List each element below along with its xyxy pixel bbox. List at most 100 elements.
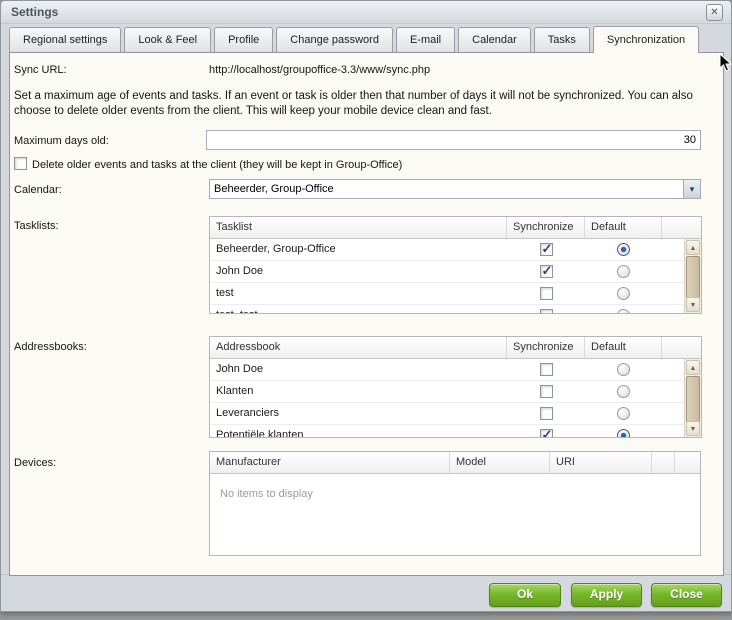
- scrollbar-thumb[interactable]: [686, 376, 700, 422]
- column-header-spacer: [662, 217, 701, 238]
- max-days-input[interactable]: [206, 130, 701, 150]
- default-cell: [585, 381, 662, 402]
- dialog-titlebar[interactable]: Settings ✕: [1, 1, 731, 24]
- column-header-uri[interactable]: URI: [550, 452, 652, 473]
- settings-dialog: Settings ✕ Regional settingsLook & FeelP…: [0, 0, 732, 612]
- addressbooks-label: Addressbooks:: [14, 341, 87, 353]
- synchronize-checkbox[interactable]: [540, 309, 553, 313]
- default-radio[interactable]: [617, 429, 630, 437]
- tasklist-name: test: [210, 283, 507, 304]
- addressbook-name: Klanten: [210, 381, 507, 402]
- addressbooks-grid-header: Addressbook Synchronize Default: [210, 337, 701, 359]
- delete-older-label: Delete older events and tasks at the cli…: [32, 159, 402, 171]
- calendar-label: Calendar:: [14, 184, 62, 196]
- tab-calendar[interactable]: Calendar: [458, 27, 531, 52]
- column-header-synchronize[interactable]: Synchronize: [507, 337, 585, 358]
- tasklist-name: Beheerder, Group-Office: [210, 239, 507, 260]
- default-radio[interactable]: [617, 243, 630, 256]
- table-row[interactable]: Klanten: [210, 381, 684, 403]
- column-header-tasklist[interactable]: Tasklist: [210, 217, 507, 238]
- tab-strip: Regional settingsLook & FeelProfileChang…: [9, 26, 723, 52]
- scroll-down-icon[interactable]: ▼: [686, 421, 700, 436]
- addressbooks-grid: Addressbook Synchronize Default John Doe…: [209, 336, 702, 438]
- apply-button[interactable]: Apply: [571, 583, 642, 607]
- synchronize-checkbox[interactable]: [540, 265, 553, 278]
- scroll-up-icon[interactable]: ▲: [686, 360, 700, 375]
- tab-profile[interactable]: Profile: [214, 27, 273, 52]
- default-cell: [585, 359, 662, 380]
- table-row[interactable]: John Doe: [210, 261, 684, 283]
- intro-text: Set a maximum age of events and tasks. I…: [14, 89, 717, 119]
- synchronize-cell: [507, 283, 585, 304]
- column-header-manufacturer[interactable]: Manufacturer: [210, 452, 450, 473]
- scrollbar-thumb[interactable]: [686, 256, 700, 298]
- tab-look-and-feel[interactable]: Look & Feel: [124, 27, 211, 52]
- synchronization-panel: Sync URL: http://localhost/groupoffice-3…: [9, 52, 724, 576]
- synchronize-checkbox[interactable]: [540, 385, 553, 398]
- delete-older-checkbox[interactable]: [14, 157, 27, 170]
- column-header-model[interactable]: Model: [450, 452, 550, 473]
- column-header-default[interactable]: Default: [585, 337, 662, 358]
- calendar-combobox-value: Beheerder, Group-Office: [214, 183, 334, 195]
- synchronize-checkbox[interactable]: [540, 407, 553, 420]
- default-radio[interactable]: [617, 287, 630, 300]
- devices-grid: Manufacturer Model URI No items to displ…: [209, 451, 701, 556]
- dialog-title: Settings: [11, 5, 58, 19]
- scroll-up-icon[interactable]: ▲: [686, 240, 700, 255]
- column-header-synchronize[interactable]: Synchronize: [507, 217, 585, 238]
- mouse-cursor-icon: [719, 53, 732, 73]
- table-row[interactable]: John Doe: [210, 359, 684, 381]
- synchronize-cell: [507, 261, 585, 282]
- default-radio[interactable]: [617, 265, 630, 278]
- default-radio[interactable]: [617, 309, 630, 313]
- synchronize-checkbox[interactable]: [540, 243, 553, 256]
- close-button[interactable]: Close: [651, 583, 722, 607]
- synchronize-cell: [507, 305, 585, 313]
- table-row[interactable]: test: [210, 283, 684, 305]
- table-row[interactable]: Potentiële klanten: [210, 425, 684, 437]
- tab-tasks[interactable]: Tasks: [534, 27, 590, 52]
- column-header-addressbook[interactable]: Addressbook: [210, 337, 507, 358]
- tasklists-grid: Tasklist Synchronize Default Beheerder, …: [209, 216, 702, 314]
- table-row[interactable]: test, test: [210, 305, 684, 313]
- synchronize-cell: [507, 239, 585, 260]
- tasklists-grid-body: Beheerder, Group-Office John Doe test te…: [210, 239, 684, 313]
- default-cell: [585, 425, 662, 437]
- default-radio[interactable]: [617, 407, 630, 420]
- column-header-spacer: [652, 452, 675, 473]
- tasklists-scrollbar[interactable]: ▲ ▼: [684, 239, 701, 313]
- column-header-spacer: [675, 452, 700, 473]
- ok-button[interactable]: Ok: [489, 583, 561, 607]
- tab-regional-settings[interactable]: Regional settings: [9, 27, 121, 52]
- tasklists-grid-header: Tasklist Synchronize Default: [210, 217, 701, 239]
- tasklists-label: Tasklists:: [14, 220, 59, 232]
- chevron-down-icon[interactable]: ▾: [683, 180, 700, 198]
- default-radio[interactable]: [617, 363, 630, 376]
- default-radio[interactable]: [617, 385, 630, 398]
- table-row[interactable]: Leveranciers: [210, 403, 684, 425]
- close-icon[interactable]: ✕: [706, 4, 723, 21]
- default-cell: [585, 403, 662, 424]
- devices-label: Devices:: [14, 457, 56, 469]
- max-days-label: Maximum days old:: [14, 135, 109, 147]
- dialog-footer: Ok Apply Close: [1, 574, 731, 611]
- calendar-combobox[interactable]: Beheerder, Group-Office ▾: [209, 179, 701, 199]
- column-header-default[interactable]: Default: [585, 217, 662, 238]
- default-cell: [585, 283, 662, 304]
- devices-grid-header: Manufacturer Model URI: [210, 452, 700, 474]
- addressbooks-grid-body: John Doe Klanten Leveranciers Potentiële…: [210, 359, 684, 437]
- tasklist-name: test, test: [210, 305, 507, 313]
- synchronize-checkbox[interactable]: [540, 429, 553, 437]
- tab-synchronization[interactable]: Synchronization: [593, 26, 699, 53]
- addressbooks-scrollbar[interactable]: ▲ ▼: [684, 359, 701, 437]
- addressbook-name: Potentiële klanten: [210, 425, 507, 437]
- synchronize-cell: [507, 359, 585, 380]
- table-row[interactable]: Beheerder, Group-Office: [210, 239, 684, 261]
- scroll-down-icon[interactable]: ▼: [686, 297, 700, 312]
- tasklist-name: John Doe: [210, 261, 507, 282]
- sync-url-value: http://localhost/groupoffice-3.3/www/syn…: [209, 64, 430, 76]
- synchronize-checkbox[interactable]: [540, 287, 553, 300]
- tab-change-password[interactable]: Change password: [276, 27, 393, 52]
- tab-email[interactable]: E-mail: [396, 27, 455, 52]
- synchronize-checkbox[interactable]: [540, 363, 553, 376]
